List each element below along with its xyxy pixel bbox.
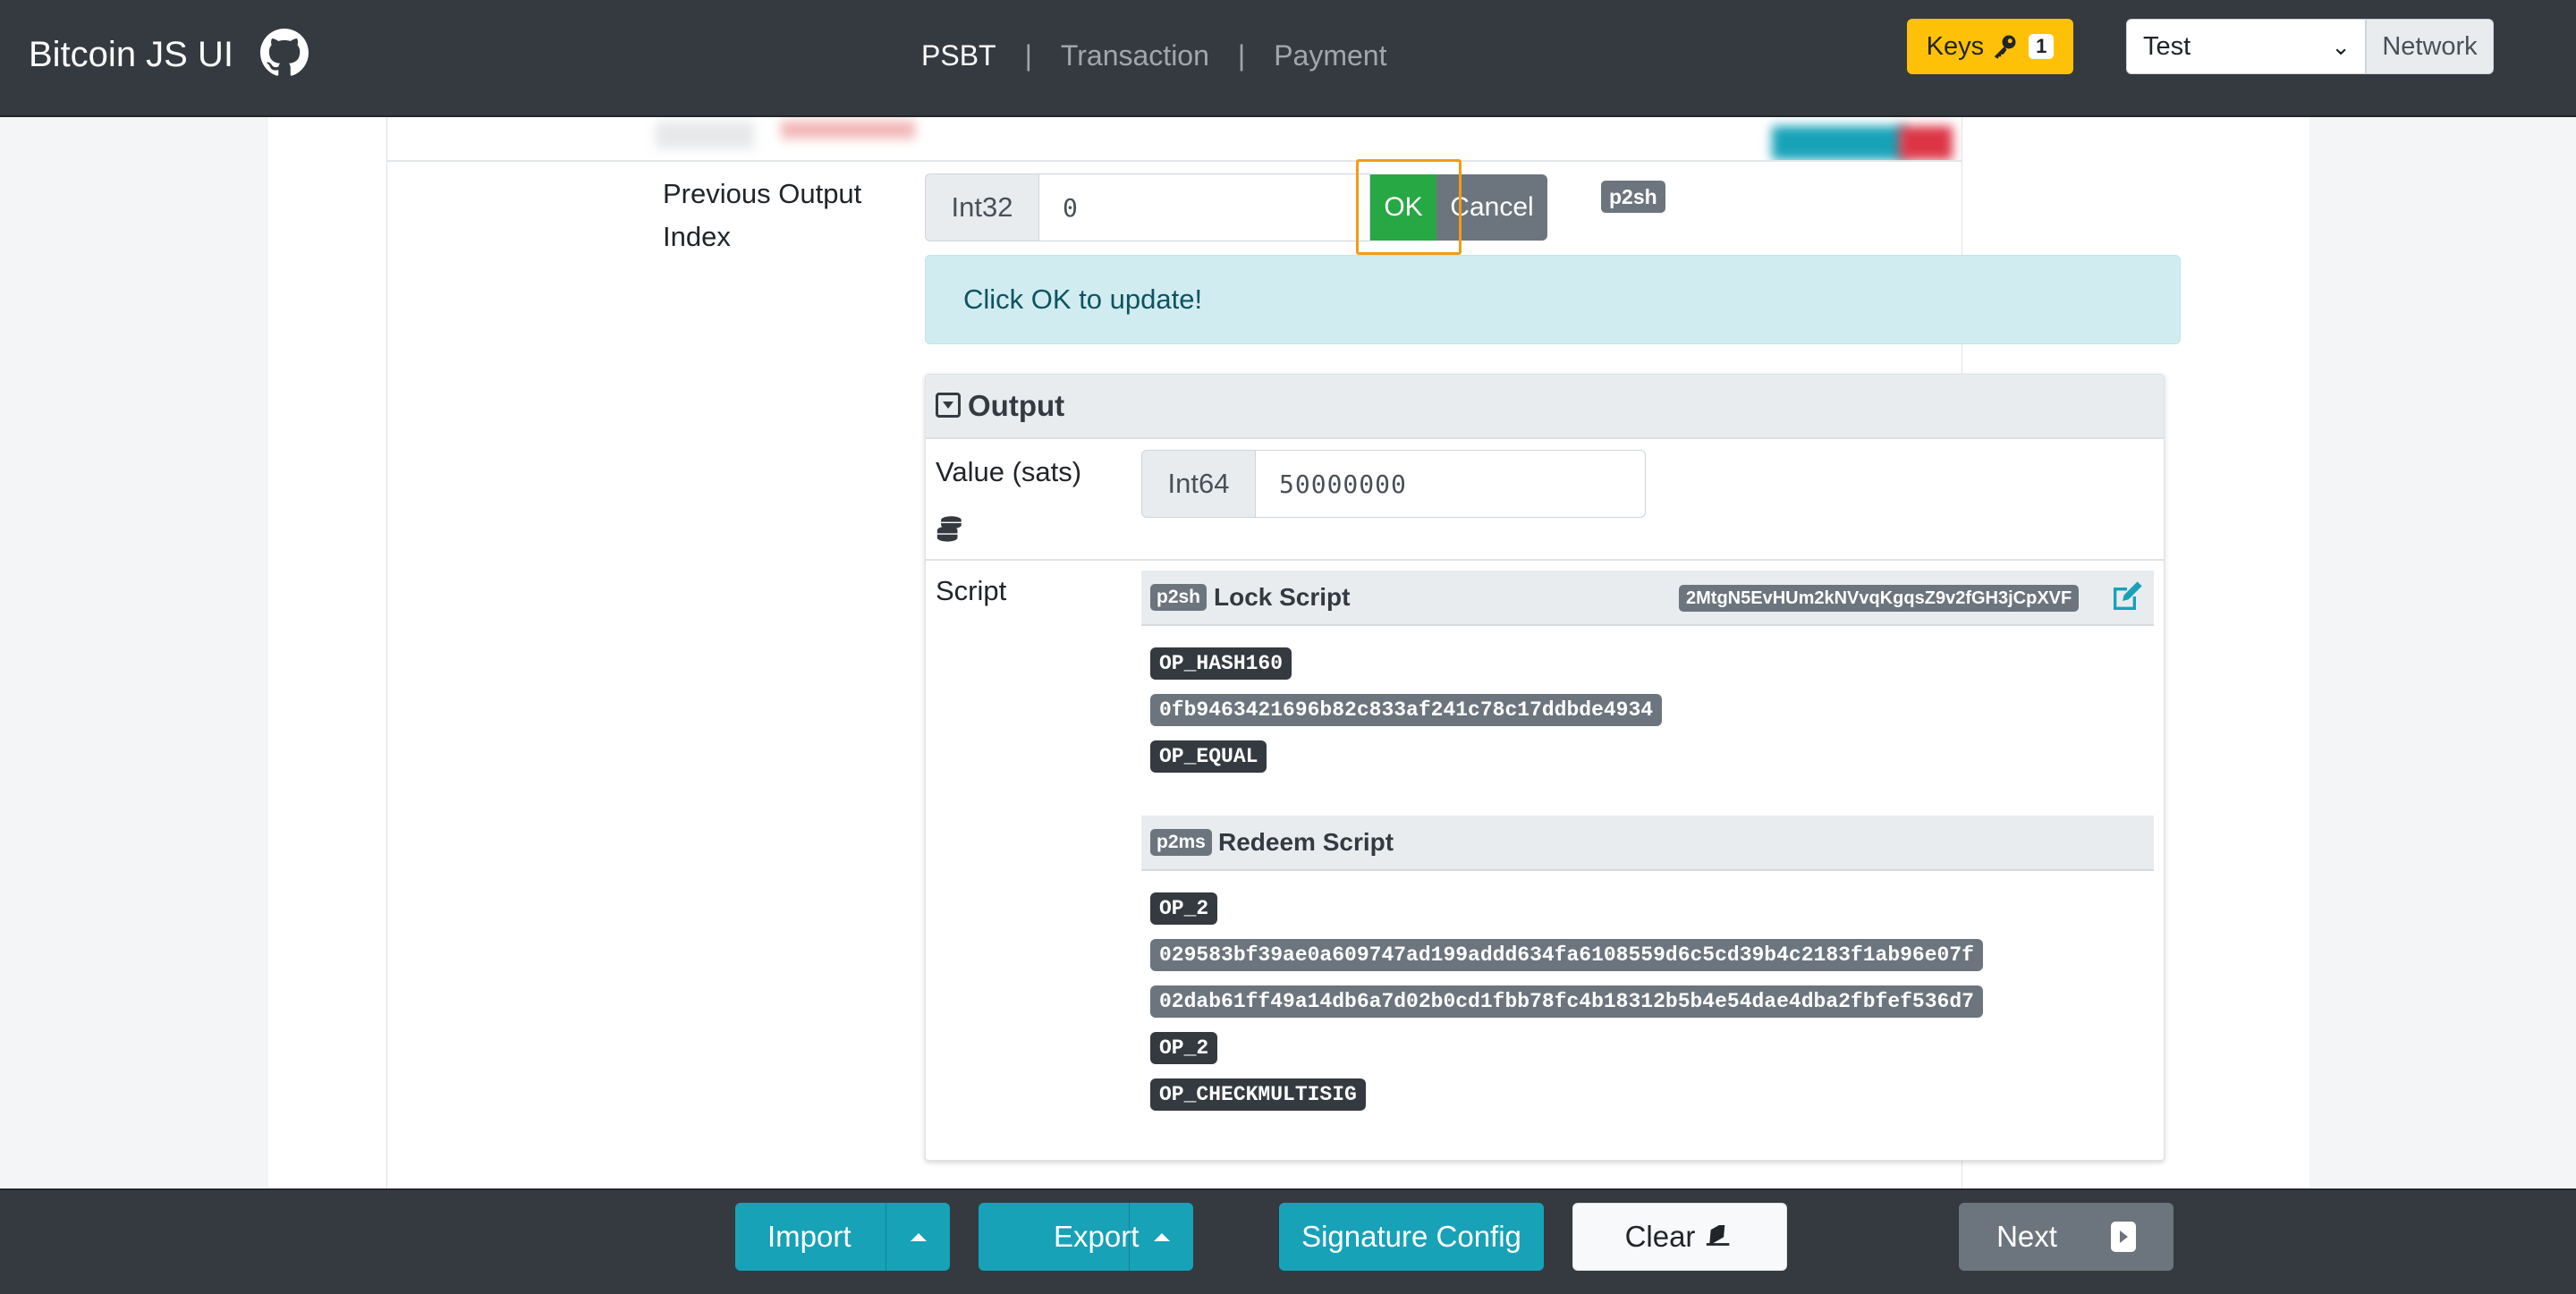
clear-button[interactable]: Clear	[1572, 1203, 1787, 1271]
network-select[interactable]: Test ⌄	[2126, 19, 2366, 74]
script-label: Script	[936, 575, 1007, 606]
caret-up-icon	[910, 1232, 927, 1241]
import-label: Import	[767, 1220, 852, 1253]
script-opcode: OP_CHECKMULTISIG	[1150, 1078, 1366, 1111]
main-nav: PSBT | Transaction | Payment	[921, 36, 1386, 75]
network-selected-value: Test	[2143, 32, 2191, 61]
keys-count-badge: 1	[2029, 34, 2055, 59]
int64-prefix: Int64	[1141, 450, 1256, 518]
key-icon	[1994, 35, 2016, 59]
export-label: Export	[1054, 1220, 1140, 1253]
next-button[interactable]: Next	[1959, 1203, 2174, 1271]
nav-separator: |	[1024, 38, 1032, 72]
update-alert: Click OK to update!	[925, 255, 2181, 344]
collapse-toggle-icon[interactable]	[936, 393, 961, 418]
keys-button[interactable]: Keys 1	[1907, 19, 2073, 74]
previous-output-index-input-group: Int32 0	[925, 173, 1370, 241]
output-title: Output	[968, 389, 1065, 422]
nav-separator: |	[1237, 38, 1246, 72]
redeem-script-type-badge: p2ms	[1150, 829, 1212, 856]
row-divider	[926, 559, 2164, 561]
blurred-text	[781, 121, 915, 139]
github-icon[interactable]	[260, 29, 309, 77]
nav-link-psbt[interactable]: PSBT	[921, 39, 996, 72]
chevron-down-icon: ⌄	[2331, 33, 2351, 60]
previous-output-index-label: Previous Output Index	[663, 178, 862, 252]
address-badge: 2MtgN5EvHUm2kNVvqKgqsZ9v2fGH3jCpXVF	[1679, 585, 2080, 612]
script-data: 029583bf39ae0a609747ad199addd634fa610855…	[1150, 939, 1983, 971]
blurred-field	[656, 122, 754, 148]
blurred-button	[1772, 126, 1906, 160]
brand-title[interactable]: Bitcoin JS UI	[29, 32, 233, 77]
nav-link-payment[interactable]: Payment	[1274, 39, 1386, 72]
script-opcode: OP_HASH160	[1150, 647, 1292, 680]
export-button[interactable]: Export	[979, 1203, 1193, 1271]
script-opcode: OP_2	[1150, 892, 1218, 925]
export-dropdown-toggle[interactable]	[1129, 1203, 1193, 1271]
import-dropdown-toggle[interactable]	[886, 1203, 950, 1271]
eraser-icon	[1707, 1225, 1730, 1246]
signature-config-button[interactable]: Signature Config	[1279, 1203, 1544, 1271]
import-button[interactable]: Import	[735, 1203, 950, 1271]
next-label: Next	[1996, 1220, 2057, 1253]
script-type-badge: p2sh	[1601, 181, 1665, 213]
blurred-button	[1899, 126, 1953, 160]
output-card-header[interactable]	[926, 375, 2164, 439]
caret-up-icon	[1153, 1232, 1170, 1241]
value-sats-label: Value (sats)	[936, 456, 1082, 487]
network-label: Network	[2366, 19, 2494, 74]
keys-label: Keys	[1926, 31, 1985, 61]
blurred-row	[387, 117, 1962, 162]
script-opcode: OP_EQUAL	[1150, 740, 1267, 773]
previous-output-index-input[interactable]: 0	[1039, 173, 1370, 241]
int32-prefix: Int32	[925, 173, 1039, 241]
nav-link-transaction[interactable]: Transaction	[1061, 39, 1209, 72]
lock-script-title: Lock Script	[1214, 583, 1351, 611]
script-data: 0fb9463421696b82c833af241c78c17ddbde4934	[1150, 694, 1663, 726]
value-input-group: Int64 50000000	[1141, 450, 1646, 518]
focus-highlight	[1356, 159, 1462, 255]
redeem-script-title: Redeem Script	[1218, 828, 1394, 856]
clear-label: Clear	[1624, 1220, 1696, 1253]
value-sats-input[interactable]: 50000000	[1256, 450, 1646, 518]
lock-script-type-badge: p2sh	[1150, 584, 1208, 611]
coins-icon	[936, 516, 962, 542]
caret-right-square-icon	[2110, 1222, 2136, 1252]
script-data: 02dab61ff49a14db6a7d02b0cd1fbb78fc4b1831…	[1150, 985, 1983, 1018]
edit-icon[interactable]	[2108, 579, 2146, 614]
script-opcode: OP_2	[1150, 1032, 1218, 1064]
